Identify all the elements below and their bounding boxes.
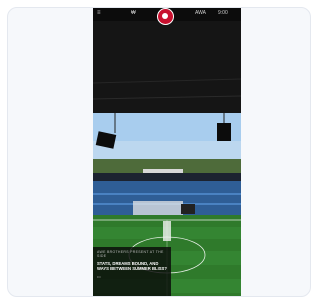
story-overlay[interactable]: AWE BROTHERS PRESENT AT THE SIDE Stats, … — [93, 247, 171, 296]
story-card: ≡ ₩ AWA 9:00 AWE BROTHERS PRESENT AT THE… — [7, 7, 311, 297]
status-mid-text: ₩ — [131, 10, 136, 16]
phone-screen[interactable]: ≡ ₩ AWA 9:00 AWE BROTHERS PRESENT AT THE… — [93, 8, 241, 296]
club-crest-icon[interactable] — [157, 8, 174, 25]
menu-icon[interactable]: ≡ — [97, 10, 101, 16]
status-time: 9:00 — [218, 10, 228, 16]
story-headline[interactable]: Stats, Dreams Bound, And Ways Between Su… — [97, 261, 167, 271]
status-right-text: AWA — [195, 10, 207, 16]
story-kicker: AWE BROTHERS PRESENT AT THE SIDE — [97, 250, 164, 258]
more-icon[interactable]: ••• — [97, 275, 167, 279]
